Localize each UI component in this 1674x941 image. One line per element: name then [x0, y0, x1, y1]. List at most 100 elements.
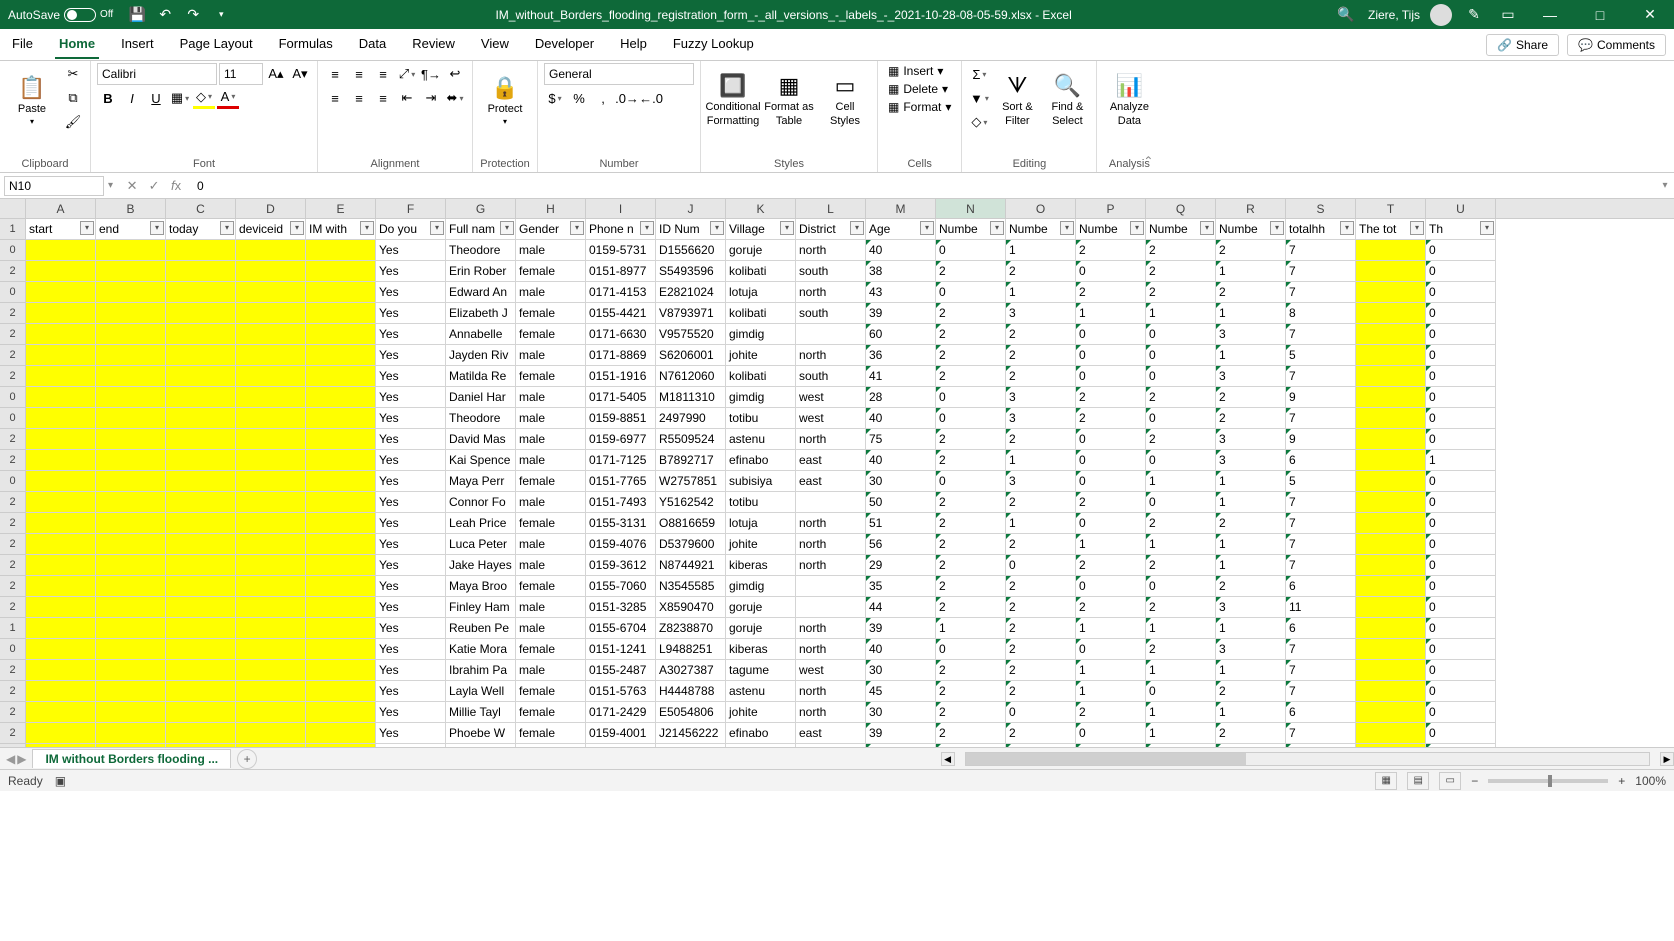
cell[interactable] [96, 702, 166, 723]
clear-icon[interactable]: ◇ [968, 111, 990, 133]
cell[interactable]: 2 [936, 555, 1006, 576]
row-header[interactable]: 2 [0, 366, 26, 387]
cell[interactable] [306, 261, 376, 282]
decrease-indent-icon[interactable]: ⇤ [396, 87, 418, 109]
cell[interactable]: Layla Well [446, 681, 516, 702]
cell[interactable]: gimdig [726, 576, 796, 597]
cell[interactable]: 0 [1426, 555, 1496, 576]
cell[interactable]: Daniel Har [446, 387, 516, 408]
cell[interactable]: east [796, 471, 866, 492]
cell[interactable]: 2 [1006, 429, 1076, 450]
filter-icon[interactable]: ▾ [360, 221, 374, 235]
cell[interactable]: totibu [726, 492, 796, 513]
cell[interactable] [166, 429, 236, 450]
cell[interactable] [26, 387, 96, 408]
cell[interactable]: 1 [1146, 471, 1216, 492]
cell[interactable]: south [796, 261, 866, 282]
cell[interactable]: 7 [1286, 513, 1356, 534]
cell[interactable] [306, 618, 376, 639]
cell[interactable]: 0171-6630 [586, 324, 656, 345]
cell[interactable] [306, 744, 376, 747]
header-cell[interactable]: Gender▾ [516, 219, 586, 240]
cell[interactable] [26, 324, 96, 345]
cell[interactable]: 7 [1286, 261, 1356, 282]
cell[interactable]: M1811310 [656, 387, 726, 408]
filter-icon[interactable]: ▾ [150, 221, 164, 235]
cell[interactable]: 0 [1426, 534, 1496, 555]
header-cell[interactable]: Phone n▾ [586, 219, 656, 240]
cell[interactable] [236, 450, 306, 471]
conditional-formatting-button[interactable]: 🔲 Conditional Formatting [707, 63, 759, 137]
cell[interactable] [96, 303, 166, 324]
cell[interactable]: Yes [376, 534, 446, 555]
align-left-icon[interactable]: ≡ [324, 87, 346, 109]
cell[interactable]: D5379600 [656, 534, 726, 555]
cell[interactable]: male [516, 555, 586, 576]
cell[interactable] [1356, 618, 1426, 639]
cell[interactable]: 2 [1216, 282, 1286, 303]
cell[interactable]: 0 [1426, 660, 1496, 681]
tab-view[interactable]: View [477, 30, 513, 59]
cell[interactable]: Yes [376, 450, 446, 471]
font-color-icon[interactable]: A [217, 87, 239, 109]
cell[interactable]: female [516, 324, 586, 345]
cell[interactable]: Theodore [446, 240, 516, 261]
cell[interactable]: David Mas [446, 429, 516, 450]
cell[interactable]: 40 [866, 639, 936, 660]
cell[interactable]: 0 [1426, 492, 1496, 513]
header-cell[interactable]: deviceid▾ [236, 219, 306, 240]
cell[interactable]: 0 [1426, 429, 1496, 450]
cell[interactable]: Yes [376, 744, 446, 747]
align-right-icon[interactable]: ≡ [372, 87, 394, 109]
cell[interactable] [1356, 282, 1426, 303]
cell[interactable]: 0 [936, 387, 1006, 408]
cell[interactable]: 2 [1216, 387, 1286, 408]
cell[interactable]: 0 [1426, 618, 1496, 639]
cell[interactable]: 2 [936, 576, 1006, 597]
cell[interactable]: 0171-2429 [586, 702, 656, 723]
cell[interactable] [236, 702, 306, 723]
wrap-text-icon[interactable]: ↩ [444, 63, 466, 85]
cell[interactable]: 2 [1006, 660, 1076, 681]
cell[interactable]: 2 [1006, 492, 1076, 513]
column-header[interactable]: U [1426, 199, 1496, 218]
cell[interactable]: 3 [1216, 450, 1286, 471]
cell[interactable] [1356, 576, 1426, 597]
cell[interactable] [796, 597, 866, 618]
cell[interactable] [306, 702, 376, 723]
cell[interactable] [306, 597, 376, 618]
cell[interactable]: 2 [1076, 597, 1146, 618]
cell[interactable]: 1 [1006, 450, 1076, 471]
cell[interactable] [166, 345, 236, 366]
cell[interactable]: Ibrahim Pa [446, 660, 516, 681]
cell[interactable]: 1 [1006, 282, 1076, 303]
cell[interactable] [96, 744, 166, 747]
cell[interactable]: 7 [1286, 366, 1356, 387]
cell[interactable]: 2 [1216, 681, 1286, 702]
cell[interactable]: 1 [1216, 261, 1286, 282]
tab-file[interactable]: File [8, 30, 37, 59]
cell[interactable]: 0 [1076, 723, 1146, 744]
cell[interactable]: 0 [1426, 513, 1496, 534]
fx-icon[interactable]: fx [167, 177, 185, 195]
cell[interactable]: 1 [1146, 534, 1216, 555]
cell[interactable]: 8 [1286, 303, 1356, 324]
format-button[interactable]: ▦ Format ▾ [884, 99, 955, 115]
cell[interactable]: Z8238870 [656, 618, 726, 639]
cell[interactable]: L9488251 [656, 639, 726, 660]
cell[interactable]: X8590470 [656, 597, 726, 618]
cell[interactable]: 2 [1006, 366, 1076, 387]
header-cell[interactable]: Numbe▾ [936, 219, 1006, 240]
cell[interactable]: Annabelle [446, 324, 516, 345]
column-header[interactable]: B [96, 199, 166, 218]
cell[interactable]: Yes [376, 492, 446, 513]
filter-icon[interactable]: ▾ [500, 221, 514, 235]
cell[interactable] [236, 303, 306, 324]
cell[interactable]: female [516, 639, 586, 660]
cell[interactable]: male [516, 744, 586, 747]
row-header[interactable]: 0 [0, 408, 26, 429]
cell[interactable] [796, 492, 866, 513]
cell[interactable]: 1 [1216, 660, 1286, 681]
column-header[interactable]: O [1006, 199, 1076, 218]
fill-icon[interactable]: ▼ [968, 87, 990, 109]
